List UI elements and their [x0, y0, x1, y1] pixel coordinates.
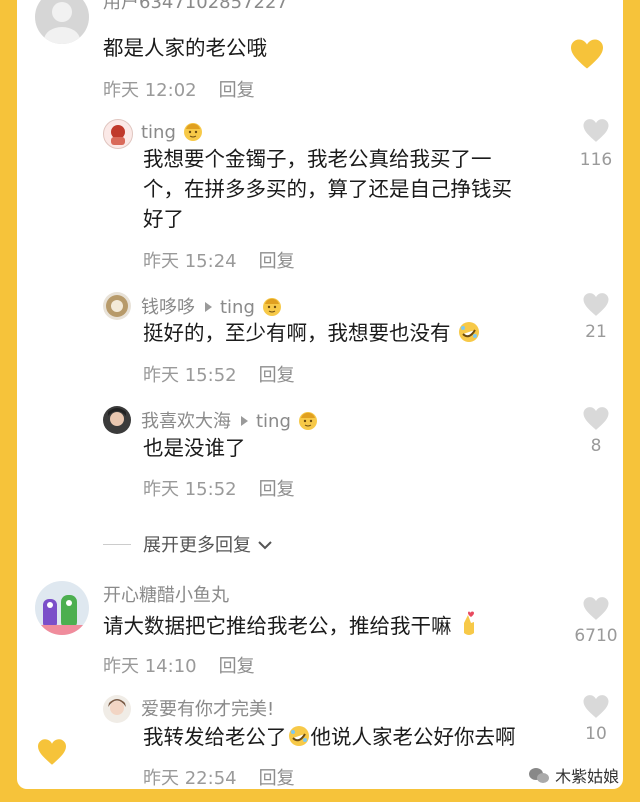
avatar[interactable] — [35, 581, 89, 635]
like-count: 6710 — [574, 626, 618, 646]
comment-meta: 昨天 12:02 回复 — [103, 76, 255, 102]
heart-icon[interactable] — [582, 596, 610, 621]
chevron-down-icon — [258, 541, 272, 550]
reply-to-arrow-icon — [241, 416, 248, 426]
comment-text: 挺好的，至少有啊，我想要也没有 — [143, 318, 481, 352]
comment-meta: 昨天 15:52 回复 — [143, 361, 295, 387]
avatar[interactable] — [103, 292, 131, 320]
default-avatar-icon — [44, 2, 80, 44]
avatar-image-icon — [108, 699, 126, 715]
sweat-emoji-icon — [297, 409, 319, 436]
avatar[interactable] — [103, 695, 131, 723]
comment-time: 昨天 15:24 — [143, 251, 237, 272]
like-count: 116 — [579, 150, 613, 170]
avatar-image-icon — [106, 295, 128, 317]
comment-time: 昨天 15:52 — [143, 479, 237, 500]
wechat-logo-icon — [529, 768, 549, 783]
avatar-image-icon — [108, 408, 126, 426]
commenter-name[interactable]: 爱要有你才完美! — [141, 695, 274, 721]
commenter-name[interactable]: ting — [141, 120, 204, 147]
heart-icon[interactable] — [582, 118, 610, 143]
heart-liked-icon[interactable] — [569, 38, 605, 70]
reply-button[interactable]: 回复 — [259, 768, 295, 789]
rofl-emoji-icon — [457, 320, 481, 352]
comment-text: 都是人家的老公哦 — [103, 36, 267, 60]
like-count: 8 — [590, 436, 602, 456]
heart-icon[interactable] — [582, 292, 610, 317]
avatar[interactable] — [35, 0, 89, 44]
comment-time: 昨天 14:10 — [103, 656, 197, 677]
comment-text: 我想要个金镯子，我老公真给我买了一 个，在拼多多买的，算了还是自己挣钱买 好了 — [143, 147, 512, 231]
comment-panel: 用户6347102857227 都是人家的老公哦 昨天 12:02 回复 ting… — [17, 0, 623, 789]
avatar[interactable] — [103, 119, 133, 149]
expand-more-replies-button[interactable]: 展开更多回复 — [103, 531, 273, 557]
decorative-heart-icon — [38, 739, 66, 765]
reply-button[interactable]: 回复 — [219, 80, 255, 101]
reply-to-arrow-icon — [205, 302, 212, 312]
comment-meta: 昨天 15:24 回复 — [143, 247, 295, 273]
comment-text: 也是没谁了 — [143, 436, 246, 460]
comment-text: 请大数据把它推给我老公，推给我干嘛 — [103, 611, 480, 645]
like-count: 10 — [585, 724, 607, 744]
comment-time: 昨天 22:54 — [143, 768, 237, 789]
like-count: 21 — [585, 322, 607, 342]
commenter-name[interactable]: 开心糖醋小鱼丸 — [103, 581, 229, 607]
comment-meta: 昨天 15:52 回复 — [143, 475, 295, 501]
rofl-emoji-icon — [287, 724, 311, 756]
comment-meta: 昨天 22:54 回复 — [143, 764, 295, 789]
commenter-name[interactable]: 用户6347102857227 — [103, 0, 288, 14]
divider — [103, 544, 131, 545]
heart-icon[interactable] — [582, 406, 610, 431]
comment-meta: 昨天 14:10 回复 — [103, 652, 255, 678]
reply-button[interactable]: 回复 — [259, 251, 295, 272]
comment-time: 昨天 12:02 — [103, 80, 197, 101]
watermark: 木紫姑娘 — [528, 763, 619, 787]
commenter-name[interactable]: 我喜欢大海 ting — [141, 407, 319, 436]
avatar[interactable] — [103, 406, 131, 434]
reply-button[interactable]: 回复 — [259, 365, 295, 386]
heart-icon[interactable] — [582, 694, 610, 719]
reply-button[interactable]: 回复 — [219, 656, 255, 677]
fingers-heart-emoji-icon — [458, 611, 480, 645]
avatar-image-icon — [35, 595, 89, 635]
comment-time: 昨天 15:52 — [143, 365, 237, 386]
comment-text: 我转发给老公了 他说人家老公好你去啊 — [143, 722, 516, 756]
sweat-emoji-icon — [182, 120, 204, 147]
reply-button[interactable]: 回复 — [259, 479, 295, 500]
avatar-image-icon — [111, 125, 125, 145]
